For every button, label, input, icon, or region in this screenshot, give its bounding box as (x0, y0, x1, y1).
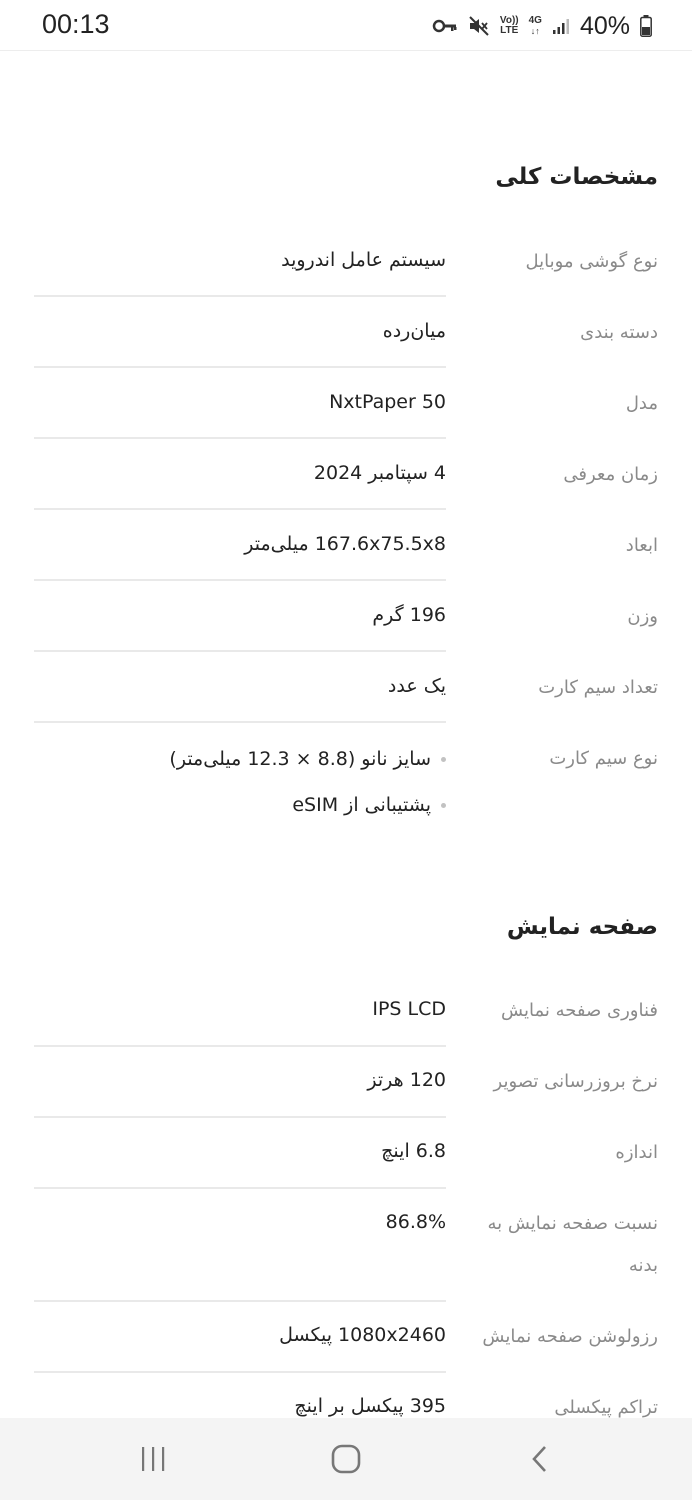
navigation-bar (0, 1418, 692, 1500)
spec-value: میان‌رده (382, 320, 446, 342)
recent-apps-button[interactable] (133, 1439, 173, 1479)
list-item-text: سایز نانو (8.8 × 12.3 میلی‌متر) (169, 748, 431, 770)
spec-value: 86.8% (385, 1211, 446, 1233)
spec-value: سیستم عامل اندروید (281, 249, 446, 271)
spec-value: NxtPaper 50 (329, 391, 446, 413)
spec-label: نرخ بروزرسانی تصویر (493, 1071, 658, 1092)
divider (34, 366, 446, 368)
mute-icon (468, 16, 490, 36)
spec-value: 1080x2460 پیکسل (279, 1324, 446, 1346)
volte-line2: LTE (500, 25, 519, 36)
home-button[interactable] (326, 1439, 366, 1479)
spec-label: ابعاد (625, 535, 658, 556)
spec-row-resolution: رزولوشن صفحه نمایش 1080x2460 پیکسل (34, 1316, 658, 1360)
spec-label: رزولوشن صفحه نمایش (482, 1326, 658, 1347)
divider (34, 295, 446, 297)
spec-label: تعداد سیم کارت (538, 677, 658, 698)
spec-row-sim-type: نوع سیم کارت سایز نانو (8.8 × 12.3 میلی‌… (34, 738, 658, 834)
spec-row-size: اندازه 6.8 اینچ (34, 1132, 658, 1176)
spec-row-release-date: زمان معرفی 4 سپتامبر 2024 (34, 454, 658, 498)
divider (34, 650, 446, 652)
list-item-text: پشتیبانی از eSIM (292, 794, 431, 816)
volte-icon: Vo)) LTE (500, 16, 519, 36)
divider (34, 1045, 446, 1047)
spec-content[interactable]: مشخصات کلی نوع گوشی موبایل سیستم عامل ان… (0, 50, 692, 1418)
divider (34, 1116, 446, 1118)
divider (34, 1187, 446, 1189)
spec-row-refresh-rate: نرخ بروزرسانی تصویر 120 هرتز (34, 1061, 658, 1105)
spec-label: نوع گوشی موبایل (525, 251, 658, 272)
list-item: پشتیبانی از eSIM (34, 782, 446, 828)
vpn-key-icon (432, 18, 458, 34)
spec-value: یک عدد (387, 675, 446, 697)
spec-label: نسبت صفحه نمایش به بدنه (487, 1213, 658, 1276)
section-title-display: صفحه نمایش (506, 914, 658, 940)
spec-label: تراکم پیکسلی (554, 1397, 658, 1418)
bullet-icon (441, 756, 446, 762)
status-bar: 00:13 Vo)) LTE 4G ↓↑ 40% (0, 0, 692, 51)
spec-value: 6.8 اینچ (381, 1140, 446, 1162)
spec-row-display-tech: فناوری صفحه نمایش IPS LCD (34, 990, 658, 1034)
battery-percent: 40% (579, 11, 630, 40)
spec-row-dimensions: ابعاد 167.6x75.5x8 میلی‌متر (34, 525, 658, 569)
spec-label: دسته بندی (580, 322, 658, 343)
spec-row-weight: وزن 196 گرم (34, 596, 658, 640)
back-button[interactable] (521, 1439, 561, 1479)
divider (34, 579, 446, 581)
spec-label: زمان معرفی (563, 464, 658, 485)
divider (34, 437, 446, 439)
spec-row-model: مدل NxtPaper 50 (34, 383, 658, 427)
spec-row-pixel-density: تراکم پیکسلی 395 پیکسل بر اینچ (34, 1387, 658, 1418)
status-time: 00:13 (42, 9, 110, 39)
spec-value: 395 پیکسل بر اینچ (294, 1395, 446, 1417)
list-item: سایز نانو (8.8 × 12.3 میلی‌متر) (34, 736, 446, 782)
spec-row-screen-to-body: نسبت صفحه نمایش به بدنه 86.8% (34, 1203, 658, 1293)
spec-label: فناوری صفحه نمایش (501, 1000, 658, 1021)
divider (34, 721, 446, 723)
spec-row-category: دسته بندی میان‌رده (34, 312, 658, 356)
back-icon (532, 1446, 546, 1472)
spec-row-sim-count: تعداد سیم کارت یک عدد (34, 667, 658, 711)
spec-label: نوع سیم کارت (549, 748, 658, 769)
status-icons: Vo)) LTE 4G ↓↑ 40% (432, 11, 652, 41)
4g-icon: 4G ↓↑ (528, 15, 542, 37)
signal-icon (552, 17, 570, 35)
divider (34, 1371, 446, 1373)
spec-value: 120 هرتز (367, 1069, 446, 1091)
divider (34, 1300, 446, 1302)
bullet-icon (441, 802, 446, 808)
spec-label: مدل (625, 393, 658, 414)
spec-label: وزن (627, 606, 658, 627)
recent-apps-icon (142, 1447, 165, 1471)
divider (34, 508, 446, 510)
network-type: 4G (528, 15, 542, 26)
spec-value: 196 گرم (372, 604, 446, 626)
spec-label: اندازه (615, 1142, 658, 1163)
spec-value-list: سایز نانو (8.8 × 12.3 میلی‌متر) پشتیبانی… (34, 736, 446, 828)
spec-value: 167.6x75.5x8 میلی‌متر (244, 533, 446, 555)
section-title-general: مشخصات کلی (495, 164, 658, 190)
spec-row-phone-type: نوع گوشی موبایل سیستم عامل اندروید (34, 241, 658, 285)
spec-value: IPS LCD (372, 998, 446, 1020)
spec-value: 4 سپتامبر 2024 (313, 462, 446, 484)
home-icon (331, 1444, 361, 1474)
battery-icon (640, 15, 652, 37)
